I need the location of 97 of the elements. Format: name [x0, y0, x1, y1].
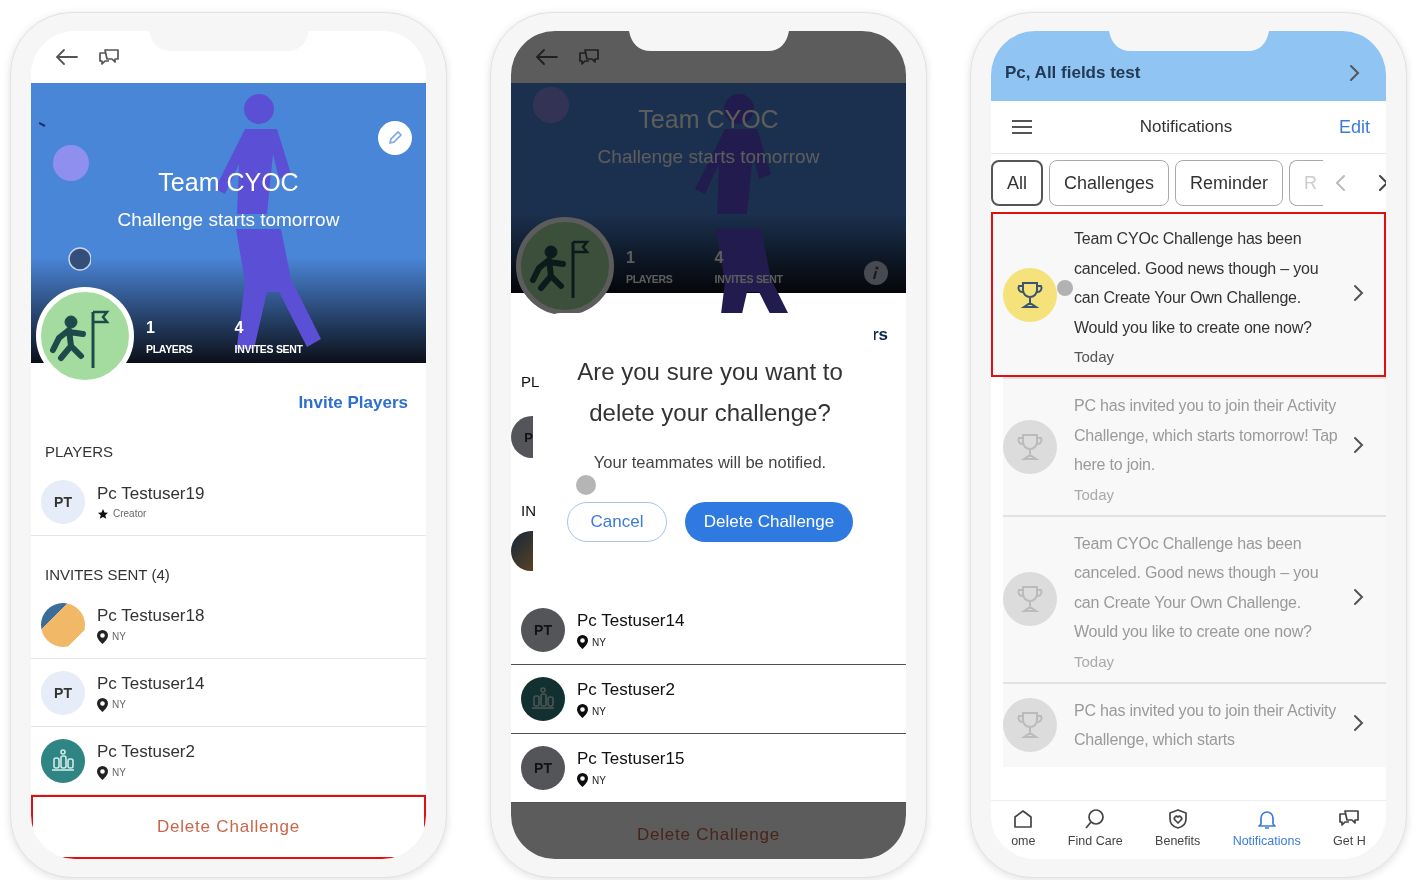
chevron-right-icon: [1349, 64, 1360, 82]
challenge-subtitle: Challenge starts tomorrow: [597, 146, 820, 168]
stat-value: 4: [234, 319, 245, 337]
stat-label: INVITES SENT: [714, 273, 783, 285]
trophy-badge: [1003, 267, 1057, 322]
menu-icon[interactable]: [1011, 119, 1033, 135]
stat-value: 1: [626, 249, 636, 267]
avatar-image: [511, 531, 533, 571]
chevron-left-icon[interactable]: [1335, 174, 1347, 192]
player-name: Pc Testuser2: [577, 680, 675, 700]
bubble-drawing: [533, 87, 569, 123]
trophy-badge: [1003, 698, 1057, 752]
notification-text: PC has invited you to join their Activity Challenge, which starts tomorrow! Tap here to join.: [1074, 396, 1339, 475]
notification-text: Team CYOc Challenge has been canceled. Good news though – you can Create Your Own Challenge. Would you like to create one now?: [1074, 229, 1320, 338]
challenge-subtitle: Challenge starts tomorrow: [117, 209, 340, 231]
stat-value: 4: [714, 249, 725, 267]
stat-label: INVITES SENT: [234, 343, 303, 355]
chevron-right-icon: [1353, 435, 1364, 454]
notification-text: PC has invited you to join their Activity Challenge, which starts: [1074, 700, 1338, 750]
delete-challenge-button[interactable]: Delete Challenge: [31, 795, 426, 859]
chat-icon[interactable]: [97, 47, 121, 67]
challenge-title: Team CYOC: [638, 105, 779, 134]
dialog-message: Your teammates will be notified.: [593, 453, 827, 472]
initials-avatar: PT: [521, 608, 565, 652]
initials-avatar: P: [511, 416, 533, 458]
initials-avatar: PT: [41, 670, 85, 715]
tab-bar-item[interactable]: Benefits: [1155, 806, 1201, 848]
cancel-button[interactable]: Cancel: [567, 502, 667, 542]
delete-challenge-button[interactable]: Delete Challenge: [685, 502, 853, 542]
challenge-title: Team CYOC: [158, 168, 299, 197]
notification-date: Today: [1074, 652, 1116, 670]
initials-avatar: PT: [521, 746, 565, 790]
player-name: Pc Testuser18: [97, 605, 205, 626]
location-label: NY: [112, 699, 126, 710]
group-avatar: [521, 677, 565, 721]
group-avatar: [41, 738, 85, 783]
chevron-right-icon: [1353, 283, 1364, 302]
filter-chip[interactable]: Challenges: [1049, 160, 1170, 206]
location-label: NY: [112, 767, 126, 778]
initials-avatar: PT: [41, 479, 85, 524]
notification-date: Today: [1074, 485, 1116, 503]
location-pin-icon: [577, 704, 588, 718]
account-banner[interactable]: Pc, All fields test: [991, 31, 1386, 101]
notification-date: Today: [1074, 348, 1116, 365]
tab-bar-item[interactable]: Notifications: [1232, 806, 1301, 848]
tab-bar-item[interactable]: ome: [1011, 806, 1036, 848]
location-pin-icon: [577, 635, 588, 649]
section-heading: INVITES SENT (4): [45, 566, 171, 583]
dialog-title: Are you sure you want to delete your challenge?: [576, 357, 844, 428]
notification-item[interactable]: Team CYOc Challenge has been canceled. Good news though – you can Create Your Own Challenge. Would you like to create one now? Today: [991, 212, 1386, 377]
location-pin-icon: [577, 773, 588, 787]
player-name: Pc Testuser14: [97, 673, 205, 694]
notification-text: Team CYOc Challenge has been canceled. Good news though – you can Create Your Own Challenge. Would you like to create one now?: [1074, 533, 1320, 642]
pencil-icon: [387, 130, 403, 146]
edit-button[interactable]: [378, 121, 412, 155]
location-label: NY: [112, 631, 126, 642]
filter-chip[interactable]: All: [991, 160, 1043, 206]
touch-indicator: [1057, 280, 1073, 296]
tab-bar-item[interactable]: Get H: [1333, 806, 1366, 848]
section-heading: PL: [521, 373, 541, 390]
notification-item[interactable]: PC has invited you to join their Activity Challenge, which starts: [1003, 681, 1386, 767]
filter-chip[interactable]: Reminder: [1175, 160, 1284, 206]
location-label: NY: [592, 774, 606, 786]
notification-item[interactable]: Team CYOc Challenge has been canceled. Good news though – you can Create Your Own Challenge. Would you like to create one now? Today: [1003, 514, 1386, 682]
trophy-badge: [1003, 572, 1057, 626]
chevron-right-icon: [1353, 714, 1364, 732]
location-pin-icon: [97, 629, 108, 644]
back-icon[interactable]: [55, 48, 79, 66]
location-label: NY: [592, 705, 606, 717]
touch-indicator: [576, 475, 596, 495]
stat-value: 1: [146, 319, 156, 337]
invite-players-link[interactable]: Invite Players: [298, 393, 408, 413]
location-pin-icon: [97, 765, 108, 780]
section-heading: IN: [521, 502, 537, 519]
chevron-right-icon: [1353, 588, 1364, 606]
location-pin-icon: [97, 697, 108, 712]
star-icon: [97, 507, 109, 520]
player-name: Pc Testuser2: [97, 741, 195, 762]
stat-label: PLAYERS: [146, 343, 193, 355]
player-name: Pc Testuser15: [577, 749, 685, 769]
page-title: Notifications: [1139, 117, 1233, 137]
notification-item[interactable]: PC has invited you to join their Activity Challenge, which starts tomorrow! Tap here to join. Today: [1003, 377, 1386, 515]
player-name: Pc Testuser19: [97, 483, 205, 504]
hiker-icon: [50, 310, 110, 368]
edit-link[interactable]: Edit: [1338, 116, 1370, 138]
info-button[interactable]: [864, 261, 888, 285]
chevron-right-icon[interactable]: [1378, 174, 1386, 192]
account-name: Pc, All fields test: [1005, 63, 1141, 83]
tab-bar-item[interactable]: Find Care: [1067, 806, 1123, 848]
location-label: NY: [592, 636, 606, 648]
section-heading: PLAYERS: [45, 443, 115, 460]
info-icon: [871, 266, 881, 280]
role-label: Creator: [113, 508, 147, 519]
trophy-badge: [1003, 419, 1057, 474]
hiker-icon: [530, 240, 590, 298]
player-name: Pc Testuser14: [577, 611, 685, 631]
stat-label: PLAYERS: [626, 273, 673, 285]
